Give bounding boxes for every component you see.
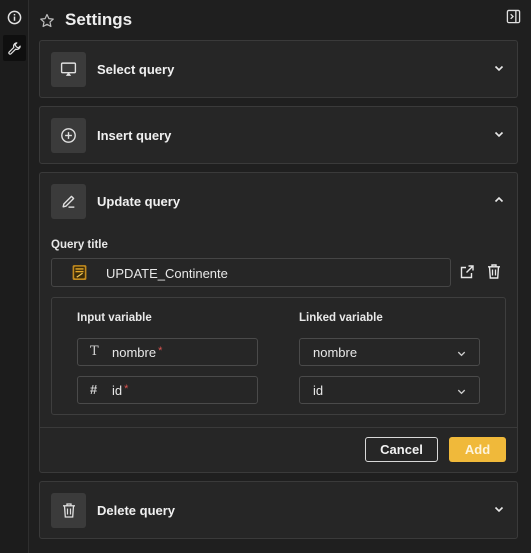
variables-table: Input variable Linked variable T nombre *… <box>51 297 506 415</box>
pencil-icon <box>62 195 75 208</box>
number-type-icon: # <box>90 382 98 397</box>
chevron-up-icon[interactable] <box>493 194 505 206</box>
insert-query-header[interactable]: Insert query <box>40 107 517 163</box>
delete-query-header[interactable]: Delete query <box>40 482 517 538</box>
trash-icon[interactable] <box>486 263 502 280</box>
page-title: Settings <box>65 10 133 29</box>
update-query-header[interactable]: Update query <box>40 173 517 229</box>
text-type-icon: T <box>90 344 99 359</box>
query-title-value: UPDATE_Continente <box>106 266 228 281</box>
chevron-down-icon[interactable] <box>493 62 505 74</box>
input-variable-header: Input variable <box>77 312 152 324</box>
delete-query-title: Delete query <box>97 503 176 518</box>
select-query-title: Select query <box>97 62 175 77</box>
chevron-down-icon <box>457 389 466 395</box>
query-title-label: Query title <box>51 239 108 251</box>
update-query-title: Update query <box>97 194 181 209</box>
left-rail <box>0 0 29 553</box>
linked-variable-select-nombre[interactable]: nombre <box>299 338 480 366</box>
settings-panel: Settings Select query Insert query Updat… <box>30 0 531 553</box>
select-query-section[interactable]: Select query <box>39 40 518 98</box>
required-mark: * <box>124 383 129 395</box>
update-query-section: Update query Query title UPDATE_Continen… <box>39 172 518 473</box>
cancel-button[interactable]: Cancel <box>365 437 438 462</box>
section-divider <box>40 427 517 428</box>
info-icon <box>7 10 22 24</box>
wrench-icon <box>8 41 21 55</box>
required-mark: * <box>158 345 163 357</box>
insert-query-icon-box <box>51 118 86 153</box>
insert-query-section[interactable]: Insert query <box>39 106 518 164</box>
chevron-down-icon[interactable] <box>493 503 505 515</box>
info-button[interactable] <box>3 4 26 30</box>
delete-query-section[interactable]: Delete query <box>39 481 518 539</box>
variable-name: id * <box>112 383 129 398</box>
variable-name: nombre * <box>112 345 163 360</box>
panel-header: Settings <box>30 0 531 40</box>
select-query-icon-box <box>51 52 86 87</box>
select-query-header[interactable]: Select query <box>40 41 517 97</box>
linked-variable-select-id[interactable]: id <box>299 376 480 404</box>
trash-icon <box>62 503 75 518</box>
monitor-icon <box>60 62 77 76</box>
chevron-down-icon[interactable] <box>493 128 505 140</box>
insert-query-title: Insert query <box>97 128 172 143</box>
query-title-input[interactable]: UPDATE_Continente <box>51 258 451 287</box>
query-file-icon <box>72 265 87 280</box>
input-variable-id: # id * <box>77 376 258 404</box>
chevron-down-icon <box>457 351 466 357</box>
collapse-panel-icon[interactable] <box>506 9 521 24</box>
plus-circle-icon <box>61 128 76 143</box>
star-icon[interactable] <box>39 13 55 29</box>
linked-variable-header: Linked variable <box>299 312 383 324</box>
external-link-icon[interactable] <box>459 264 475 280</box>
delete-query-icon-box <box>51 493 86 528</box>
linked-variable-value: nombre <box>313 345 358 360</box>
input-variable-nombre: T nombre * <box>77 338 258 366</box>
add-button[interactable]: Add <box>449 437 506 462</box>
linked-variable-value: id <box>313 383 324 398</box>
update-query-icon-box <box>51 184 86 219</box>
settings-rail-button[interactable] <box>3 35 26 61</box>
